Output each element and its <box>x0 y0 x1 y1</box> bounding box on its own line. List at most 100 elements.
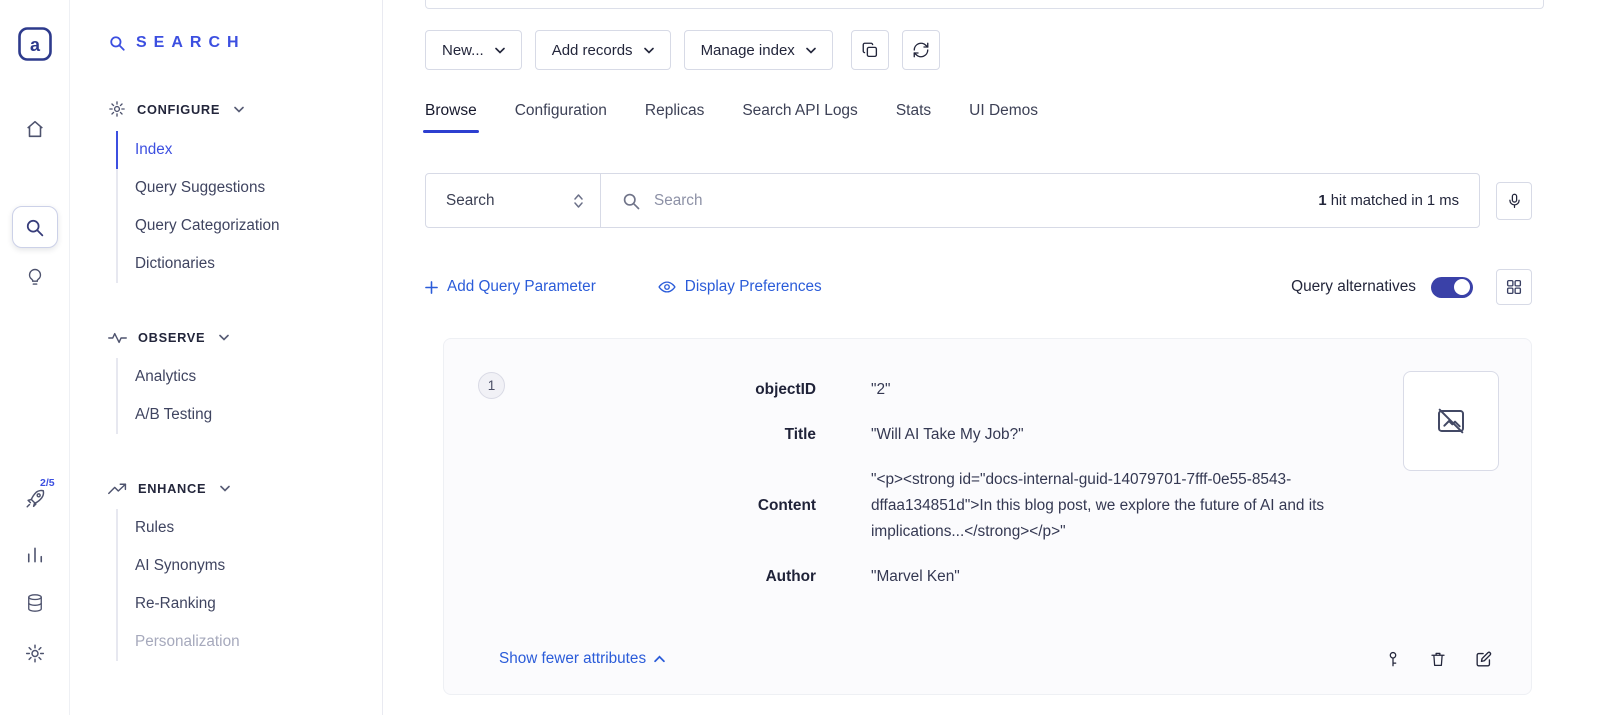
sidebar-item-index[interactable]: Index <box>116 131 382 169</box>
image-placeholder <box>1403 371 1499 471</box>
product-sidebar: SEARCH CONFIGURE Index Query Suggestions… <box>70 0 383 715</box>
hits-text: hit matched in 1 ms <box>1327 193 1459 209</box>
display-mode-button[interactable] <box>1496 269 1532 305</box>
grid-icon <box>1505 278 1523 296</box>
new-button[interactable]: New... <box>425 30 522 70</box>
query-alternatives-toggle[interactable] <box>1431 277 1473 298</box>
section-label: OBSERVE <box>138 330 205 345</box>
tab-configuration[interactable]: Configuration <box>515 102 607 133</box>
add-records-button[interactable]: Add records <box>535 30 671 70</box>
sidebar-item-analytics[interactable]: Analytics <box>116 358 382 396</box>
attribute-label: Author <box>474 564 816 590</box>
trend-up-icon <box>108 482 127 496</box>
hits-stats: 1 hit matched in 1 ms <box>1318 193 1459 209</box>
chevron-down-icon <box>219 334 229 341</box>
rocket-icon[interactable] <box>24 488 46 510</box>
section-enhance[interactable]: ENHANCE <box>108 481 382 496</box>
sort-arrows-icon <box>573 193 584 209</box>
copy-button[interactable] <box>851 30 889 70</box>
section-observe[interactable]: OBSERVE <box>108 330 382 345</box>
edit-icon[interactable] <box>1474 650 1493 669</box>
algolia-logo: a <box>17 26 53 62</box>
sidebar-item-personalization[interactable]: Personalization <box>116 623 382 661</box>
section-label: CONFIGURE <box>137 102 220 117</box>
attribute-value: "2" <box>871 377 1391 403</box>
new-button-label: New... <box>442 42 484 59</box>
app-rail: a 2/5 <box>0 0 70 715</box>
sidebar-item-query-categorization[interactable]: Query Categorization <box>116 207 382 245</box>
enhance-nav: Rules AI Synonyms Re-Ranking Personaliza… <box>108 509 382 661</box>
delete-icon[interactable] <box>1429 649 1447 669</box>
key-icon[interactable] <box>1384 648 1402 670</box>
sidebar-item-ai-synonyms[interactable]: AI Synonyms <box>116 547 382 585</box>
tab-replicas[interactable]: Replicas <box>645 102 704 133</box>
add-records-label: Add records <box>552 42 633 59</box>
observe-nav: Analytics A/B Testing <box>108 358 382 434</box>
plus-icon <box>425 281 438 294</box>
attribute-label: Title <box>474 422 816 448</box>
display-preferences-label: Display Preferences <box>685 278 822 296</box>
chevron-down-icon <box>495 47 505 54</box>
home-icon[interactable] <box>24 118 46 140</box>
search-mode-select[interactable]: Search <box>426 174 601 227</box>
chevron-up-icon <box>654 655 665 663</box>
attribute-label: Content <box>474 493 816 519</box>
tab-browse[interactable]: Browse <box>425 102 477 133</box>
manage-index-label: Manage index <box>701 42 795 59</box>
sidebar-item-ab-testing[interactable]: A/B Testing <box>116 396 382 434</box>
search-input[interactable] <box>654 192 1305 210</box>
chevron-down-icon <box>806 47 816 54</box>
show-fewer-attributes-link[interactable]: Show fewer attributes <box>499 650 665 668</box>
sidebar-item-dictionaries[interactable]: Dictionaries <box>116 245 382 283</box>
tab-search-api-logs[interactable]: Search API Logs <box>742 102 857 133</box>
display-preferences-link[interactable]: Display Preferences <box>658 278 822 296</box>
attribute-label: objectID <box>474 377 816 403</box>
chevron-down-icon <box>220 485 230 492</box>
hit-attributes: objectID "2" Title "Will AI Take My Job?… <box>474 377 1501 590</box>
tab-ui-demos[interactable]: UI Demos <box>969 102 1038 133</box>
sidebar-item-re-ranking[interactable]: Re-Ranking <box>116 585 382 623</box>
search-row: Search 1 hit matched in 1 ms <box>425 173 1532 228</box>
microphone-icon <box>1506 191 1523 211</box>
show-fewer-label: Show fewer attributes <box>499 650 646 668</box>
index-tabs: Browse Configuration Replicas Search API… <box>425 102 1532 133</box>
recommend-icon[interactable] <box>25 266 45 288</box>
attribute-value: "<p><strong id="docs-internal-guid-14079… <box>871 467 1391 545</box>
attribute-value: "Will AI Take My Job?" <box>871 422 1391 448</box>
section-label: ENHANCE <box>138 481 206 496</box>
query-alternatives-label: Query alternatives <box>1291 278 1416 296</box>
tab-stats[interactable]: Stats <box>896 102 931 133</box>
search-product-brand: SEARCH <box>108 34 382 52</box>
search-mode-value: Search <box>446 192 494 210</box>
voice-search-button[interactable] <box>1496 182 1532 220</box>
brand-magnifier-icon <box>108 34 126 52</box>
search-product-icon[interactable] <box>12 206 58 248</box>
gear-icon <box>108 100 126 118</box>
refresh-icon <box>912 41 930 59</box>
copy-icon <box>861 41 879 59</box>
hit-actions <box>1384 648 1493 670</box>
hit-rank-badge: 1 <box>478 372 505 399</box>
cutoff-bar <box>425 0 1544 9</box>
analytics-icon[interactable] <box>25 545 45 565</box>
data-icon[interactable] <box>25 592 45 614</box>
controls-row: Add Query Parameter Display Preferences … <box>425 269 1532 305</box>
chevron-down-icon <box>234 106 244 113</box>
search-input-wrap: 1 hit matched in 1 ms <box>601 174 1479 227</box>
add-query-parameter-link[interactable]: Add Query Parameter <box>425 278 596 296</box>
index-toolbar: New... Add records Manage index <box>425 30 1532 70</box>
sidebar-item-query-suggestions[interactable]: Query Suggestions <box>116 169 382 207</box>
section-configure[interactable]: CONFIGURE <box>108 100 382 118</box>
manage-index-button[interactable]: Manage index <box>684 30 833 70</box>
settings-icon[interactable] <box>24 643 45 664</box>
image-unavailable-icon <box>1435 405 1467 437</box>
add-query-parameter-label: Add Query Parameter <box>447 278 596 296</box>
hit-card: 1 objectID "2" Title "Will AI Take My Jo… <box>443 338 1532 695</box>
pulse-icon <box>108 331 127 345</box>
refresh-button[interactable] <box>902 30 940 70</box>
hits-count: 1 <box>1318 193 1326 209</box>
sidebar-item-rules[interactable]: Rules <box>116 509 382 547</box>
eye-icon <box>658 280 676 294</box>
attribute-value: "Marvel Ken" <box>871 564 1391 590</box>
chevron-down-icon <box>644 47 654 54</box>
